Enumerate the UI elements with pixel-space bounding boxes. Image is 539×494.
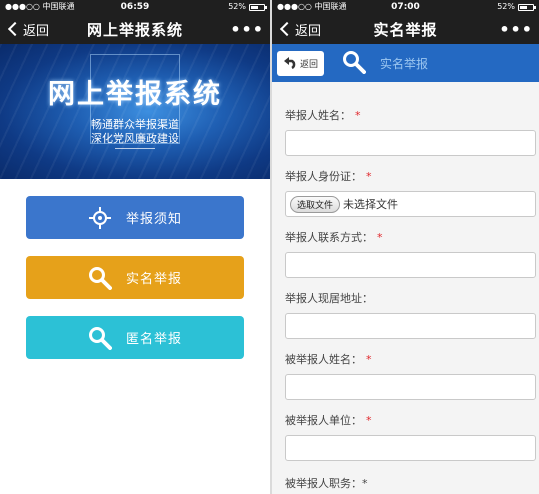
required-mark: * xyxy=(355,109,361,122)
anonymous-report-button[interactable]: 匿名举报 xyxy=(26,316,244,359)
banner: 网上举报系统 畅通群众举报渠道 深化党风廉政建设 xyxy=(0,44,270,179)
toolbar-back-label: 返回 xyxy=(300,59,319,70)
field-label: 被举报人姓名： xyxy=(285,353,362,366)
reporter-address-input[interactable] xyxy=(285,313,536,339)
reporter-name-input[interactable] xyxy=(285,130,536,156)
toolbar-title-label: 实名举报 xyxy=(380,56,429,71)
more-menu-button[interactable]: ••• xyxy=(499,20,533,39)
realname-report-button[interactable]: 实名举报 xyxy=(26,256,244,299)
battery-icon xyxy=(249,3,267,11)
left-screen: ●●●○○ 中国联通 06:59 52% 返回 网上举报系统 ••• 网上举报系… xyxy=(0,0,270,494)
right-screen: ●●●○○ 中国联通 07:00 52% 返回 实名举报 ••• 返回 实名举报 xyxy=(272,0,539,494)
banner-title: 网上举报系统 xyxy=(48,79,222,110)
file-status: 未选择文件 xyxy=(343,198,399,211)
toolbar-back-button[interactable]: 返回 xyxy=(277,50,325,76)
chevron-left-icon xyxy=(7,21,23,37)
nav-bar: 返回 网上举报系统 ••• xyxy=(0,14,270,44)
nav-back-label: 返回 xyxy=(23,23,50,39)
accused-position-label: 被举报人职务：* xyxy=(285,477,368,490)
page-toolbar: 返回 实名举报 xyxy=(272,44,539,82)
search-icon xyxy=(88,266,112,290)
required-mark: * xyxy=(366,414,372,427)
nav-back-button[interactable]: 返回 xyxy=(278,20,321,39)
nav-bar: 返回 实名举报 ••• xyxy=(272,14,539,44)
battery-icon xyxy=(518,3,536,11)
field-label: 举报人现居地址： xyxy=(285,292,373,305)
accused-unit-input[interactable] xyxy=(285,435,536,461)
realname-report-label: 实名举报 xyxy=(125,272,182,287)
reporter-address-field: 举报人现居地址： xyxy=(285,292,537,339)
reporter-contact-field: 举报人联系方式： * xyxy=(285,231,537,278)
field-label: 被举报人单位： xyxy=(285,414,362,427)
report-notice-label: 举报须知 xyxy=(125,212,182,227)
banner-divider xyxy=(115,148,155,149)
accused-name-field: 被举报人姓名： * xyxy=(285,353,537,400)
nav-back-label: 返回 xyxy=(295,23,322,39)
banner-slogan-2: 深化党风廉政建设 xyxy=(91,132,179,145)
back-arrow-icon xyxy=(283,55,297,72)
field-label: 举报人姓名： xyxy=(285,109,351,122)
required-mark: * xyxy=(366,170,372,183)
report-notice-button[interactable]: 举报须知 xyxy=(26,196,244,239)
nav-back-button[interactable]: 返回 xyxy=(6,20,49,39)
chevron-left-icon xyxy=(279,21,295,37)
report-form: 举报人姓名： * 举报人身份证： * 选取文件 未选择文件 举报人联系方式： * 举报… xyxy=(272,82,539,491)
toolbar-title: 实名举报 xyxy=(342,50,428,77)
anonymous-report-label: 匿名举报 xyxy=(125,332,182,347)
reporter-id-field: 举报人身份证： * 选取文件 未选择文件 xyxy=(285,170,537,217)
target-icon xyxy=(88,206,112,230)
required-mark: * xyxy=(377,231,383,244)
choose-file-button[interactable]: 选取文件 xyxy=(290,195,341,213)
field-label: 举报人联系方式： xyxy=(285,231,373,244)
reporter-name-field: 举报人姓名： * xyxy=(285,109,537,156)
search-icon xyxy=(342,50,367,77)
reporter-contact-input[interactable] xyxy=(285,252,536,278)
search-icon xyxy=(88,326,112,350)
status-time: 07:00 xyxy=(391,2,420,12)
field-label: 举报人身份证： xyxy=(285,170,362,183)
status-time: 06:59 xyxy=(120,2,150,12)
menu-list: 举报须知 实名举报 匿名举报 xyxy=(0,179,270,359)
accused-unit-field: 被举报人单位： * xyxy=(285,414,537,461)
accused-name-input[interactable] xyxy=(285,374,536,400)
status-bar: ●●●○○ 中国联通 06:59 52% xyxy=(0,0,270,14)
required-mark: * xyxy=(366,353,372,366)
status-bar: ●●●○○ 中国联通 07:00 52% xyxy=(272,0,539,14)
id-file-picker: 选取文件 未选择文件 xyxy=(285,191,536,217)
more-menu-button[interactable]: ••• xyxy=(230,20,264,39)
